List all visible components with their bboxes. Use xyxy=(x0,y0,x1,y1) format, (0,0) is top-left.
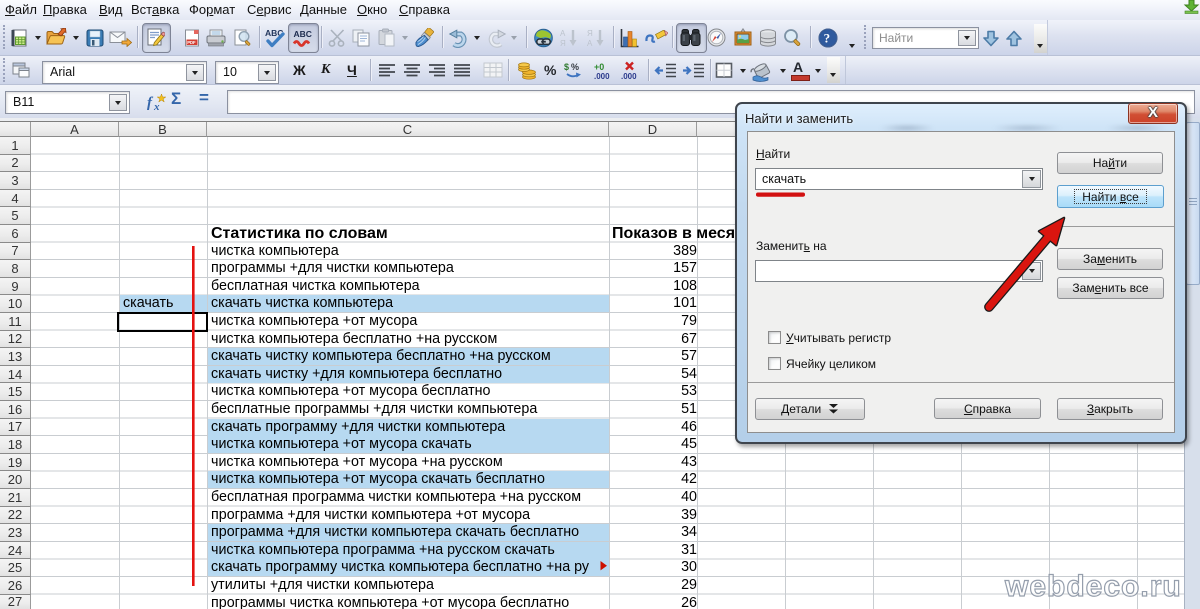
svg-text:$: $ xyxy=(564,62,569,72)
svg-text:А: А xyxy=(587,39,593,48)
svg-text:f: f xyxy=(147,95,154,111)
svg-text:.000: .000 xyxy=(594,72,610,81)
svg-text:Я: Я xyxy=(560,39,566,48)
svg-text:А: А xyxy=(560,29,566,38)
svg-text:.000: .000 xyxy=(621,72,637,81)
svg-text:x: x xyxy=(153,101,160,112)
svg-text:%: % xyxy=(571,62,579,72)
svg-text:Я: Я xyxy=(587,29,593,38)
svg-text:?: ? xyxy=(824,31,831,46)
svg-text:+0: +0 xyxy=(594,62,604,72)
svg-text:ABC: ABC xyxy=(294,29,312,39)
svg-text:PDF: PDF xyxy=(187,40,196,45)
